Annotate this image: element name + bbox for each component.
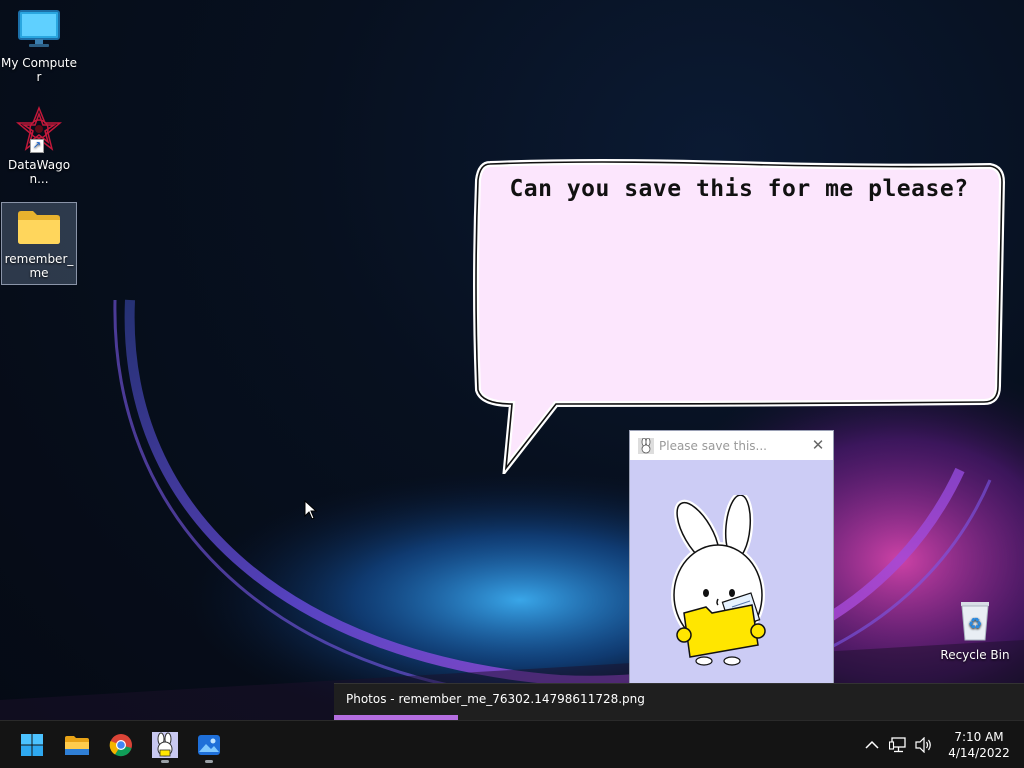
please-save-window[interactable]: Please save this... ✕ <box>629 430 834 691</box>
network-icon[interactable] <box>886 733 910 757</box>
taskbar-file-explorer[interactable] <box>59 727 95 763</box>
desktop-icon-recycle-bin[interactable]: ♻ Recycle Bin <box>937 598 1013 662</box>
running-indicator <box>205 760 213 763</box>
taskbar: 7:10 AM 4/14/2022 <box>0 720 1024 768</box>
file-explorer-icon <box>65 736 89 755</box>
monitor-icon <box>17 8 61 53</box>
svg-text:♻: ♻ <box>968 614 982 633</box>
taskbar-photos[interactable] <box>191 727 227 763</box>
mouse-cursor-icon <box>304 500 318 520</box>
speech-bubble-text: Can you save this for me please? <box>509 176 969 202</box>
datawagon-icon: ↗ <box>15 105 63 155</box>
chrome-icon <box>109 734 132 757</box>
clock-date: 4/14/2022 <box>948 746 1010 760</box>
taskbar-preview-title: Photos - remember_me_76302.14798611728.p… <box>346 692 645 706</box>
window-title: Please save this... <box>659 438 767 453</box>
bunny-holding-folder-image <box>671 495 766 666</box>
clock[interactable]: 7:10 AM 4/14/2022 <box>942 729 1016 761</box>
desktop-icon-remember-me-folder[interactable]: remember_me <box>1 202 77 285</box>
shortcut-arrow-icon: ↗ <box>30 139 44 153</box>
bunny-app-icon <box>152 732 178 758</box>
desktop-icon-label: DataWagon... <box>7 158 71 186</box>
photos-icon <box>198 735 220 755</box>
taskbar-bunny-app[interactable] <box>147 727 183 763</box>
desktop-icon-label: remember_me <box>4 252 74 280</box>
system-tray: 7:10 AM 4/14/2022 <box>860 721 1024 768</box>
folder-icon <box>16 208 62 249</box>
windows-start-icon <box>21 734 43 756</box>
recycle-bin-icon: ♻ <box>955 598 995 645</box>
volume-icon[interactable] <box>912 733 936 757</box>
desktop[interactable]: My Computer ↗ DataWagon... remember_me ♻… <box>0 0 1024 768</box>
start-button[interactable] <box>14 727 50 763</box>
taskbar-preview-photos[interactable]: Photos - remember_me_76302.14798611728.p… <box>334 683 1024 720</box>
bunny-app-icon <box>638 437 654 454</box>
desktop-icon-label: Recycle Bin <box>940 648 1010 662</box>
window-titlebar[interactable]: Please save this... ✕ <box>630 431 833 460</box>
desktop-icon-datawagon[interactable]: ↗ DataWagon... <box>1 105 77 186</box>
desktop-icon-my-computer[interactable]: My Computer <box>1 8 77 84</box>
close-icon[interactable]: ✕ <box>809 436 827 454</box>
chevron-up-icon[interactable] <box>860 733 884 757</box>
clock-time: 7:10 AM <box>954 730 1004 744</box>
speech-bubble <box>473 159 1006 474</box>
taskbar-chrome[interactable] <box>103 727 139 763</box>
running-indicator <box>161 760 169 763</box>
desktop-icon-label: My Computer <box>1 56 77 84</box>
